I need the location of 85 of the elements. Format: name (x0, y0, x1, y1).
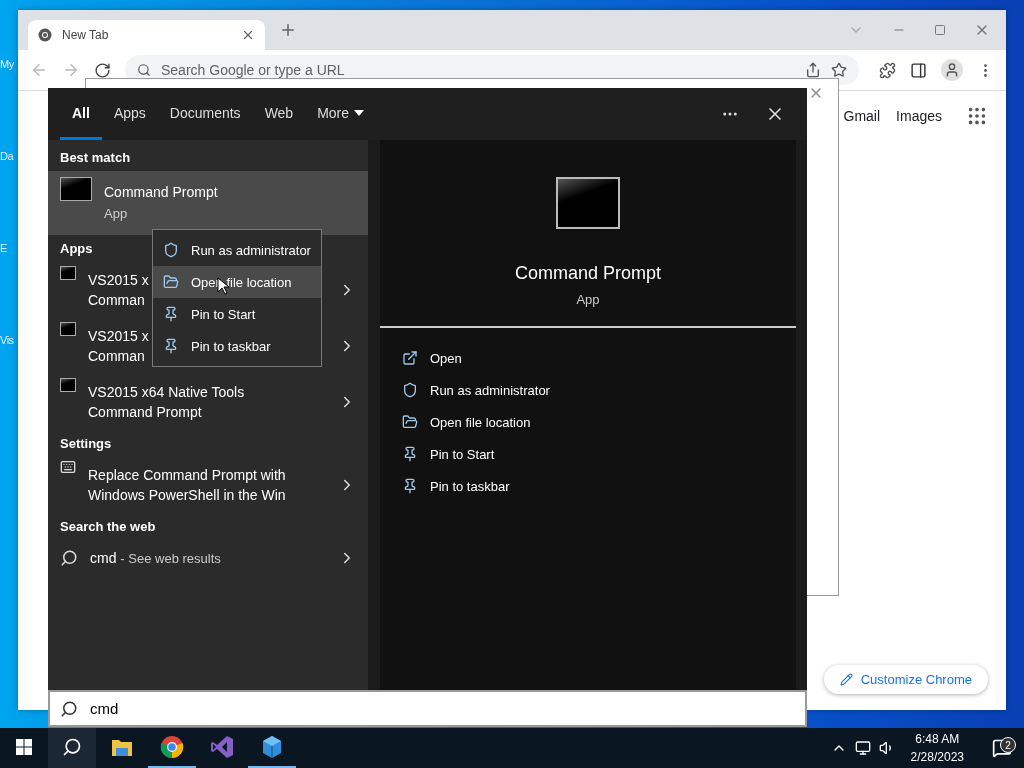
filter-tab[interactable]: Apps (101, 88, 158, 140)
preview-title: Command Prompt (514, 263, 662, 284)
section-heading: Settings (60, 436, 112, 451)
caret-icon (354, 109, 365, 116)
result-title: VS2015 x (88, 327, 149, 346)
result-title: Command Prompt (104, 183, 218, 202)
console-icon (556, 177, 620, 229)
open-icon (402, 350, 418, 366)
apps-grid-icon[interactable] (966, 105, 988, 127)
profile-icon[interactable] (941, 59, 963, 81)
folder-icon (111, 737, 133, 757)
action-link[interactable]: Open (402, 348, 774, 368)
search-icon (60, 699, 78, 718)
customize-chrome-button[interactable]: Customize Chrome (823, 665, 988, 694)
console-icon (60, 266, 76, 280)
console-icon (60, 378, 76, 392)
action-link[interactable]: Run as administrator (402, 380, 774, 400)
windows-logo-icon (16, 739, 32, 755)
action-link[interactable]: Pin to taskbar (402, 476, 774, 496)
notification-count: 2 (1000, 737, 1016, 753)
result-title: Comman (88, 291, 145, 310)
address-placeholder: Search Google or type a URL (161, 62, 346, 78)
search-result[interactable]: Replace Command Prompt with Windows PowerShell in the Win (48, 457, 368, 513)
search-result[interactable]: Command Prompt App (48, 171, 368, 235)
result-title: Comman (88, 347, 145, 366)
visual-studio-icon (210, 735, 234, 759)
pin-icon (163, 306, 179, 322)
new-tab-icon[interactable] (279, 21, 297, 39)
search-icon (62, 737, 82, 757)
keyboard-icon (60, 459, 76, 475)
side-panel-icon[interactable] (910, 61, 927, 79)
maximize-icon[interactable] (934, 22, 946, 38)
pin-icon (402, 446, 418, 462)
search-button[interactable] (48, 728, 96, 768)
folder-icon (163, 274, 179, 290)
header-link[interactable]: Gmail (843, 108, 881, 124)
console-icon (60, 322, 76, 336)
action-link[interactable]: Pin to Start (402, 444, 774, 464)
result-title: cmd - See web results (90, 548, 221, 568)
chrome-logo-icon (38, 28, 52, 42)
result-title: Windows PowerShell in the Win (88, 486, 286, 505)
menu-item[interactable]: Pin to Start (153, 298, 321, 330)
section-heading: Apps (60, 241, 93, 256)
filter-tab[interactable]: Web (252, 88, 306, 140)
network-icon[interactable] (854, 740, 871, 756)
result-title: Replace Command Prompt with (88, 466, 286, 485)
result-title: VS2015 x64 Native Tools (88, 383, 245, 402)
filter-tab[interactable]: Documents (157, 88, 253, 140)
search-result[interactable]: cmd - See web results (48, 540, 368, 576)
console-icon (60, 177, 92, 201)
share-icon[interactable] (805, 62, 821, 78)
shield-icon (163, 242, 179, 258)
pin-icon (163, 338, 179, 354)
chrome-logo-icon (160, 735, 184, 759)
message-icon (992, 738, 1012, 758)
search-icon (137, 63, 151, 77)
result-title: VS2015 x (88, 271, 149, 290)
search-field[interactable]: cmd (48, 690, 807, 727)
action-link[interactable]: Open file location (402, 412, 774, 432)
filter-tab[interactable]: More (305, 88, 377, 140)
close-icon[interactable] (241, 28, 255, 42)
section-heading: Best match (60, 150, 131, 165)
browser-tab[interactable]: New Tab (28, 20, 265, 50)
star-icon[interactable] (831, 62, 847, 78)
header-link[interactable]: Images (896, 108, 942, 124)
pencil-icon (839, 673, 853, 686)
menu-item[interactable]: Pin to taskbar (153, 330, 321, 362)
search-icon (60, 549, 78, 567)
tab-title: New Tab (62, 28, 110, 42)
notifications-button[interactable]: 2 (980, 738, 1024, 758)
menu-item[interactable]: Run as administrator (153, 234, 321, 266)
date-text: 2/28/2023 (910, 749, 964, 766)
shield-icon (402, 382, 418, 398)
time-text: 6:48 AM (915, 731, 960, 748)
section-heading: Search the web (60, 519, 156, 534)
search-result[interactable]: VS2015 x64 Native Tools Command Prompt (48, 374, 368, 430)
pin-icon (402, 478, 418, 494)
clock[interactable]: 6:48 AM 2/28/2023 (902, 730, 972, 766)
folder-icon (402, 414, 418, 430)
puzzle-icon[interactable] (879, 61, 896, 79)
preview-subtitle: App (576, 292, 600, 307)
result-title: Command Prompt (88, 403, 202, 422)
reload-icon[interactable] (94, 61, 111, 79)
result-subtitle: App (104, 205, 128, 223)
cube-icon (261, 735, 283, 759)
